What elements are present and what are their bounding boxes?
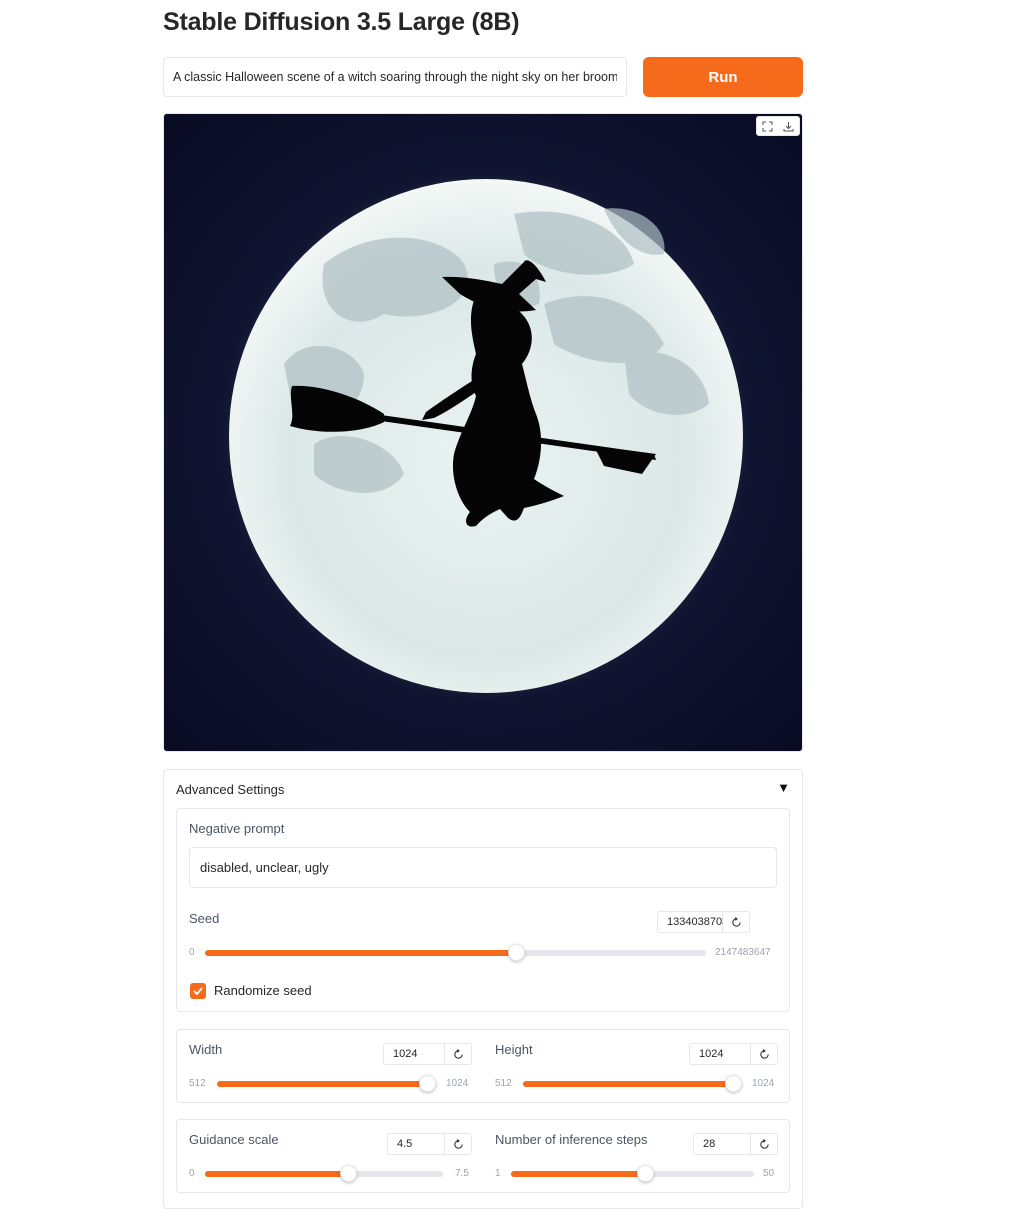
guidance-scale-min: 0 [189,1168,195,1179]
inference-steps-min: 1 [495,1168,501,1179]
download-icon[interactable] [778,117,799,135]
seed-slider-fill [205,950,517,956]
page-title: Stable Diffusion 3.5 Large (8B) [163,8,520,36]
guidance-scale-max: 7.5 [455,1168,469,1179]
reset-icon [759,1048,769,1059]
image-toolbar [756,116,800,136]
guidance-scale-slider-fill [205,1171,348,1177]
height-min: 512 [495,1078,512,1089]
guidance-scale-reset-button[interactable] [445,1133,472,1155]
prompt-seed-group: Negative prompt disabled, unclear, ugly … [176,808,790,1012]
width-reset-button[interactable] [445,1043,472,1065]
guidance-scale-slider-thumb[interactable] [339,1165,357,1182]
inference-steps-slider-fill [511,1171,645,1177]
reset-icon [453,1048,463,1059]
guidance-scale-slider[interactable] [205,1165,443,1182]
inference-steps-number-input[interactable]: 28 [693,1133,751,1155]
randomize-seed-checkbox[interactable] [190,983,206,999]
check-icon [193,987,203,995]
width-slider-fill [217,1081,427,1087]
height-label: Height [495,1042,533,1057]
width-max: 1024 [446,1078,469,1089]
height-slider[interactable] [523,1075,742,1092]
seed-slider[interactable] [205,944,706,961]
seed-reset-button[interactable] [723,911,750,933]
seed-max: 2147483647 [715,947,771,958]
negative-prompt-label: Negative prompt [189,821,285,836]
negative-prompt-input[interactable]: disabled, unclear, ugly [189,847,777,888]
height-slider-fill [523,1081,733,1087]
height-slider-thumb[interactable] [725,1075,742,1092]
seed-slider-thumb[interactable] [508,944,526,961]
dimensions-group: Width 1024 512 1024 Height 1024 512 1024 [176,1029,790,1103]
advanced-settings-label[interactable]: Advanced Settings [176,782,284,797]
inference-steps-max: 50 [763,1168,775,1179]
seed-label: Seed [189,911,220,926]
sampling-group: Guidance scale 4.5 0 7.5 Number of infer… [176,1119,790,1193]
reset-icon [759,1138,769,1149]
seed-number-input[interactable]: 1334038703 [657,911,728,933]
inference-steps-label: Number of inference steps [495,1132,648,1147]
height-max: 1024 [752,1078,775,1089]
randomize-seed-label[interactable]: Randomize seed [214,983,312,998]
inference-steps-slider[interactable] [511,1165,754,1182]
width-label: Width [189,1042,223,1057]
prompt-input[interactable]: A classic Halloween scene of a witch soa… [163,57,627,97]
result-image-panel [163,113,803,752]
width-slider-thumb[interactable] [419,1075,436,1092]
inference-steps-slider-thumb[interactable] [636,1165,654,1182]
guidance-scale-number-input[interactable]: 4.5 [387,1133,445,1155]
collapse-toggle-icon[interactable]: ▼ [777,780,790,795]
prompt-text[interactable]: A classic Halloween scene of a witch soa… [173,70,617,84]
seed-min: 0 [189,947,195,958]
run-button[interactable]: Run [643,57,803,97]
inference-steps-reset-button[interactable] [751,1133,778,1155]
height-reset-button[interactable] [751,1043,778,1065]
generated-image [164,114,802,751]
height-number-input[interactable]: 1024 [689,1043,751,1065]
reset-icon [731,916,741,927]
advanced-settings-accordion: Advanced Settings ▼ Negative prompt disa… [163,769,803,1209]
fullscreen-icon[interactable] [757,117,778,135]
width-slider[interactable] [217,1075,436,1092]
reset-icon [453,1138,463,1149]
width-min: 512 [189,1078,206,1089]
guidance-scale-label: Guidance scale [189,1132,279,1147]
width-number-input[interactable]: 1024 [383,1043,445,1065]
